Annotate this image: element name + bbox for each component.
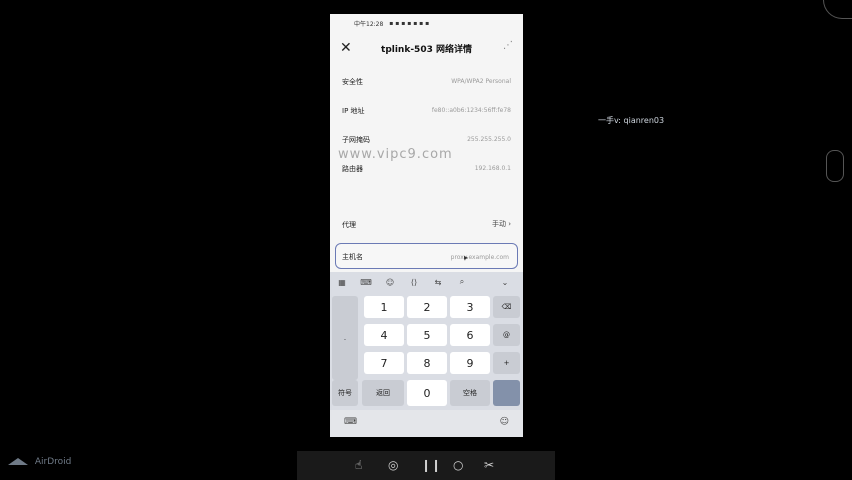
security-label: 安全性 xyxy=(342,78,363,86)
translate-icon[interactable]: ⇆ xyxy=(426,278,450,287)
watermark: www.vipc9.com xyxy=(338,147,453,162)
security-row: 安全性 WPA/WPA2 Personal xyxy=(342,77,511,87)
space-button[interactable]: 空格 xyxy=(450,380,490,406)
ip-label: IP 地址 xyxy=(342,107,365,115)
side-handle-text: 一手v: qianren03 xyxy=(598,116,665,125)
screenshot-icon[interactable]: ✂ xyxy=(484,458,494,472)
security-value: WPA/WPA2 Personal xyxy=(451,78,511,85)
side-scroll-handle[interactable] xyxy=(826,150,844,182)
key-0[interactable]: 0 xyxy=(407,380,447,406)
key-5[interactable]: 5 xyxy=(407,324,447,346)
keyboard-icon[interactable]: ⌨ xyxy=(354,278,378,287)
key-4[interactable]: 4 xyxy=(364,324,404,346)
key-punct[interactable]: . xyxy=(332,296,358,380)
key-at[interactable]: @ xyxy=(493,324,520,346)
proxy-value[interactable]: 手动 › xyxy=(492,220,511,229)
search-icon[interactable]: ⌕ xyxy=(450,277,474,287)
back-button[interactable]: 返回 xyxy=(362,380,404,406)
grid-icon[interactable]: ▦ xyxy=(330,278,354,287)
phone-screen: 中午12:28 ▪ ▪ ▪ ▪ ▪ ▪ ▪ ✕ tplink-503 网络详情 … xyxy=(330,14,523,437)
more-icon[interactable]: ⋰ xyxy=(503,40,513,51)
text-cursor-icon: ▸ xyxy=(464,253,469,262)
router-label: 路由器 xyxy=(342,165,363,173)
key-6[interactable]: 6 xyxy=(450,324,490,346)
numeric-keyboard: ▦ ⌨ ☺ ⟨⟩ ⇆ ⌕ ⌄ . 1 2 3 ⌫ 4 5 6 @ 7 8 9 +… xyxy=(330,272,523,437)
touch-icon[interactable]: ☝ xyxy=(355,458,362,472)
status-time: 中午12:28 xyxy=(354,20,384,28)
corner-widget xyxy=(823,0,852,19)
router-row: 路由器 192.168.0.1 xyxy=(342,164,511,174)
status-icons: ▪ ▪ ▪ ▪ ▪ ▪ ▪ xyxy=(389,19,430,27)
key-8[interactable]: 8 xyxy=(407,352,447,374)
hostname-field[interactable]: 主机名 ▸ xyxy=(335,243,518,269)
title-bar: ✕ tplink-503 网络详情 ⋰ xyxy=(330,36,523,60)
router-value: 192.168.0.1 xyxy=(474,165,511,172)
record-icon[interactable]: ○ xyxy=(453,458,463,472)
airdroid-logo: AirDroid xyxy=(8,457,71,467)
page-title: tplink-503 网络详情 xyxy=(381,45,472,55)
ip-row: IP 地址 fe80::a0b6:1234:56ff:fe78 xyxy=(342,106,511,116)
key-3[interactable]: 3 xyxy=(450,296,490,318)
mirror-icon[interactable]: ◎ xyxy=(388,458,398,472)
key-7[interactable]: 7 xyxy=(364,352,404,374)
airdroid-icon xyxy=(8,458,28,465)
airdroid-label: AirDroid xyxy=(34,457,72,467)
enter-button[interactable] xyxy=(493,380,520,406)
subnet-value: 255.255.255.0 xyxy=(467,136,511,143)
pause-icon[interactable]: ❙❙ xyxy=(421,458,441,472)
key-1[interactable]: 1 xyxy=(364,296,404,318)
subnet-row: 子网掩码 255.255.255.0 xyxy=(342,135,511,145)
symbols-button[interactable]: 符号 xyxy=(332,380,358,406)
key-9[interactable]: 9 xyxy=(450,352,490,374)
subnet-label: 子网掩码 xyxy=(342,136,370,144)
hide-keyboard-icon[interactable]: ⌨ xyxy=(344,417,357,427)
control-bar: ☝ ◎ ❙❙ ○ ✂ xyxy=(297,451,555,480)
emoji-icon[interactable]: ☺ xyxy=(378,278,402,287)
proxy-row[interactable]: 代理 手动 › xyxy=(342,220,511,230)
ip-value: fe80::a0b6:1234:56ff:fe78 xyxy=(431,107,511,114)
key-2[interactable]: 2 xyxy=(407,296,447,318)
backspace-icon: ⌫ xyxy=(501,303,512,311)
emoji-face-icon[interactable]: ☺ xyxy=(500,417,509,427)
keyboard-bottom-bar: ⌨ ☺ xyxy=(330,410,523,437)
cursor-move-icon[interactable]: ⟨⟩ xyxy=(402,278,426,287)
hostname-label: 主机名 xyxy=(342,253,363,261)
key-plus[interactable]: + xyxy=(493,352,520,374)
status-bar: 中午12:28 ▪ ▪ ▪ ▪ ▪ ▪ ▪ xyxy=(330,14,523,32)
backspace-button[interactable]: ⌫ xyxy=(493,296,520,318)
keyboard-toolbar: ▦ ⌨ ☺ ⟨⟩ ⇆ ⌕ ⌄ xyxy=(330,272,523,292)
collapse-icon[interactable]: ⌄ xyxy=(493,278,517,287)
proxy-label: 代理 xyxy=(342,221,356,229)
